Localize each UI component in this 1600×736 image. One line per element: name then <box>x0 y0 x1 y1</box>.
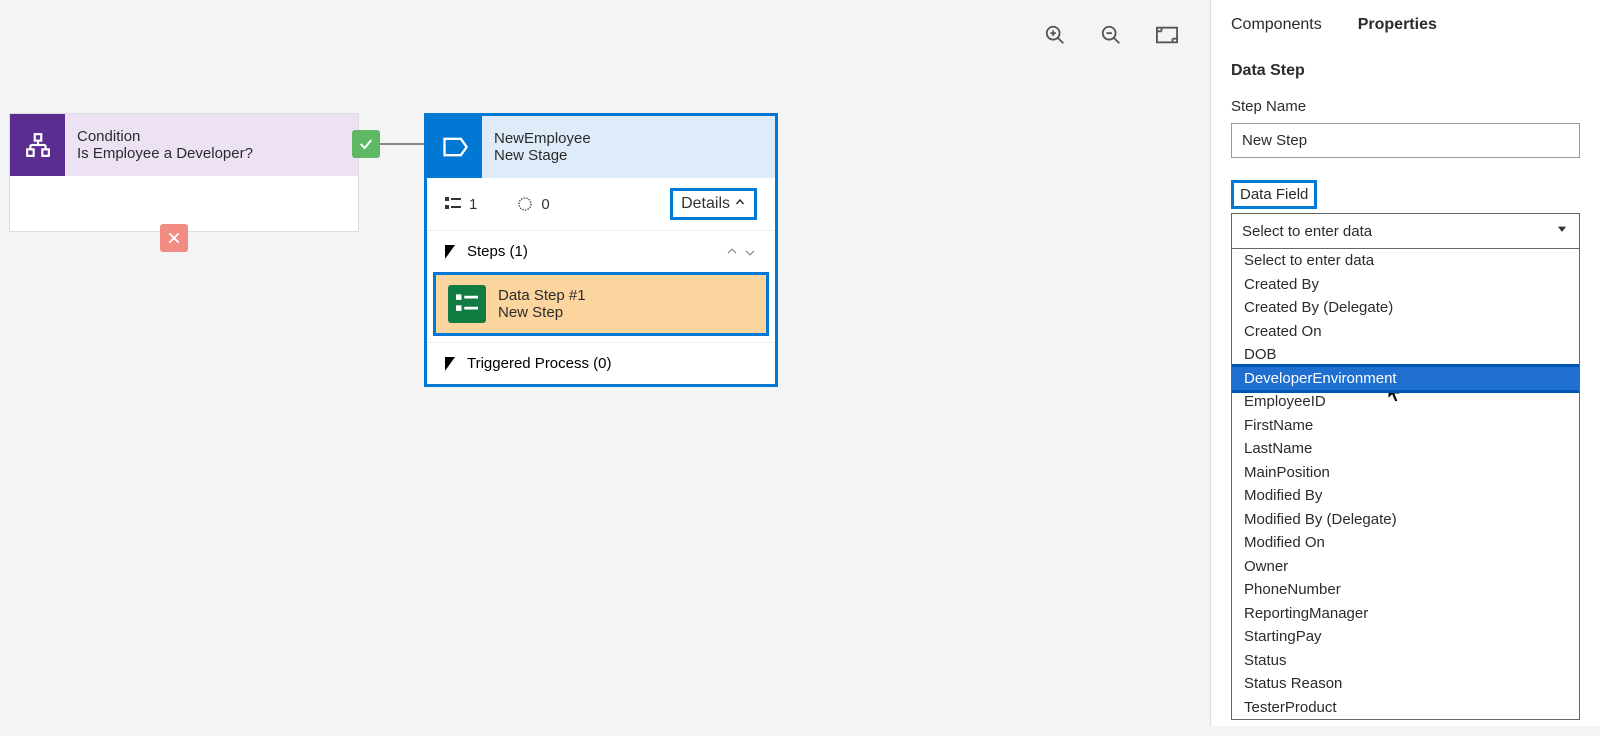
dropdown-option[interactable]: EmployeeID <box>1232 390 1579 414</box>
canvas-toolbar <box>1042 22 1180 48</box>
data-field-dropdown[interactable]: Select to enter dataCreated ByCreated By… <box>1231 249 1580 720</box>
dropdown-option[interactable]: MainPosition <box>1232 461 1579 485</box>
tab-properties[interactable]: Properties <box>1358 16 1437 34</box>
step-name: New Step <box>498 304 586 321</box>
condition-name: Is Employee a Developer? <box>77 145 346 162</box>
details-label: Details <box>681 195 730 213</box>
steps-section[interactable]: Steps (1) <box>427 231 775 272</box>
dropdown-option[interactable]: Created By <box>1232 273 1579 297</box>
stage-stats-row: 1 0 Details <box>427 178 775 231</box>
condition-icon <box>10 114 65 176</box>
triggered-heading: Triggered Process (0) <box>467 355 612 372</box>
dropdown-option[interactable]: LastName <box>1232 437 1579 461</box>
dropdown-option[interactable]: Select to enter data <box>1232 249 1579 273</box>
dropdown-option[interactable]: Modified By <box>1232 484 1579 508</box>
step-name-label: Step Name <box>1231 98 1580 115</box>
condition-labels: Condition Is Employee a Developer? <box>65 114 358 176</box>
panel-body: Data Step Step Name Data Field Select to… <box>1211 46 1600 736</box>
dropdown-option[interactable]: PhoneNumber <box>1232 578 1579 602</box>
stat-steps: 1 <box>445 196 477 213</box>
stage-entity: NewEmployee <box>494 130 763 147</box>
dropdown-option[interactable]: ReportingManager <box>1232 602 1579 626</box>
data-field-label: Data Field <box>1231 180 1317 209</box>
dropdown-option[interactable]: Created By (Delegate) <box>1232 296 1579 320</box>
stage-header: NewEmployee New Stage <box>427 116 775 178</box>
tab-components[interactable]: Components <box>1231 16 1322 34</box>
dropdown-option[interactable]: Owner <box>1232 555 1579 579</box>
collapse-icon <box>445 245 455 259</box>
x-icon[interactable] <box>160 224 188 252</box>
stage-name: New Stage <box>494 147 763 164</box>
triggered-section[interactable]: Triggered Process (0) <box>427 342 775 384</box>
stage-labels: NewEmployee New Stage <box>482 116 775 178</box>
condition-node[interactable]: Condition Is Employee a Developer? <box>9 113 359 232</box>
dropdown-option[interactable]: Status <box>1232 649 1579 673</box>
zoom-in-icon[interactable] <box>1042 22 1068 48</box>
dropdown-option[interactable]: FirstName <box>1232 414 1579 438</box>
chevron-down-icon <box>1555 222 1569 240</box>
canvas[interactable]: Condition Is Employee a Developer? NewEm… <box>0 0 1210 726</box>
data-field-select[interactable]: Select to enter data <box>1231 213 1580 249</box>
collapse-icon <box>445 357 455 371</box>
check-icon[interactable] <box>352 130 380 158</box>
step-name-input[interactable] <box>1231 123 1580 158</box>
stage-node[interactable]: NewEmployee New Stage 1 0 Details Steps <box>424 113 778 387</box>
right-panel: Components Properties Data Step Step Nam… <box>1210 0 1600 726</box>
step-title: Data Step #1 <box>498 287 586 304</box>
stage-icon <box>427 116 482 178</box>
fit-screen-icon[interactable] <box>1154 22 1180 48</box>
stat-steps-count: 1 <box>469 196 477 213</box>
condition-body <box>10 176 358 231</box>
dropdown-option[interactable]: Modified On <box>1232 531 1579 555</box>
panel-tabs: Components Properties <box>1211 0 1600 46</box>
reorder-arrows[interactable] <box>725 245 757 259</box>
chevron-up-icon <box>734 195 746 213</box>
dropdown-option[interactable]: DeveloperEnvironment <box>1231 364 1580 394</box>
condition-type: Condition <box>77 128 346 145</box>
dropdown-option[interactable]: TesterProduct <box>1232 696 1579 720</box>
panel-heading: Data Step <box>1231 62 1580 80</box>
stat-triggers-count: 0 <box>541 196 549 213</box>
data-step-row[interactable]: Data Step #1 New Step <box>433 272 769 336</box>
form-icon <box>448 285 486 323</box>
details-button[interactable]: Details <box>670 188 757 220</box>
step-labels: Data Step #1 New Step <box>498 287 586 321</box>
select-value: Select to enter data <box>1242 223 1372 240</box>
stat-triggers: 0 <box>517 196 549 213</box>
dropdown-option[interactable]: Status Reason <box>1232 672 1579 696</box>
dropdown-option[interactable]: StartingPay <box>1232 625 1579 649</box>
steps-heading: Steps (1) <box>467 243 528 260</box>
zoom-out-icon[interactable] <box>1098 22 1124 48</box>
dropdown-option[interactable]: Created On <box>1232 320 1579 344</box>
condition-header: Condition Is Employee a Developer? <box>10 114 358 176</box>
connector-line <box>380 143 430 145</box>
dropdown-option[interactable]: Modified By (Delegate) <box>1232 508 1579 532</box>
